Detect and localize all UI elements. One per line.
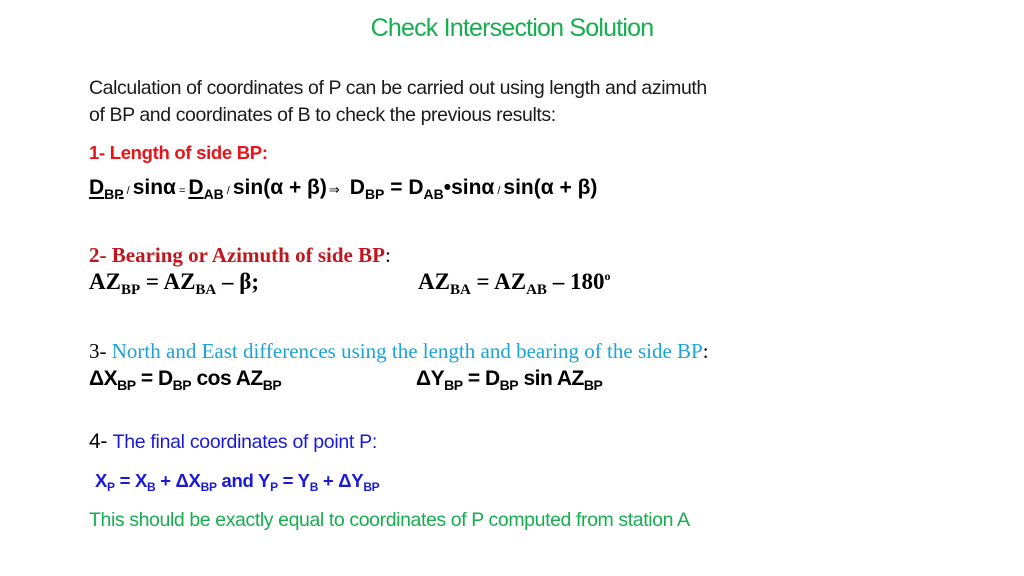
divide-slash: / xyxy=(497,185,501,197)
sin-alpha: sinα xyxy=(451,176,495,199)
intro-paragraph: Calculation of coordinates of P can be c… xyxy=(89,75,707,129)
section-1-heading: 1- Length of side BP: xyxy=(89,142,268,163)
subscript: BP xyxy=(499,377,519,393)
section-3-heading: 3- North and East differences using the … xyxy=(89,339,709,364)
section-3-heading-text: North and East differences using the len… xyxy=(111,339,703,363)
subscript: P xyxy=(107,480,115,494)
equals-sign: = xyxy=(114,470,135,491)
bp-subscript: BP xyxy=(364,186,385,202)
section-2-heading-text: 2- Bearing or Azimuth of side BP xyxy=(89,243,385,267)
d-symbol: D xyxy=(349,176,365,199)
plus-delta-y: + ΔY xyxy=(318,470,364,491)
y-symbol: Y xyxy=(258,470,271,491)
d-symbol: D xyxy=(408,176,424,199)
plus-delta-x: + ΔX xyxy=(155,470,201,491)
subscript: AB xyxy=(526,282,547,298)
section-4-heading-text: The final coordinates of point P: xyxy=(112,431,378,453)
equals-sign: = xyxy=(178,185,186,197)
x-symbol: X xyxy=(134,470,147,491)
length-equation: DBP / sinα = DAB / sin(α + β) ⇒ DBP = DAB•sinα / s… xyxy=(89,176,597,202)
section-2-heading: 2- Bearing or Azimuth of side BP: xyxy=(89,243,391,268)
multiply-bullet: • xyxy=(443,176,452,199)
equals-sign: = xyxy=(277,470,298,491)
equals-d: = D xyxy=(135,367,173,390)
subscript: BP xyxy=(117,377,136,393)
section-number: 4- xyxy=(89,430,113,453)
subscript: P xyxy=(270,480,278,494)
subscript: B xyxy=(309,480,319,494)
d-ab-term: DAB xyxy=(188,176,224,202)
colon: : xyxy=(702,339,709,363)
d-symbol: D xyxy=(188,176,204,199)
minus-beta: – β; xyxy=(216,269,260,294)
y-symbol: Y xyxy=(297,470,310,491)
d-bp-term: DBP xyxy=(89,176,124,202)
section-4-heading: 4- The final coordinates of point P: xyxy=(89,430,377,454)
d-symbol: D xyxy=(89,176,105,199)
minus-180: – 180 xyxy=(546,269,605,294)
subscript: BP xyxy=(120,282,141,298)
azimuth-ba-equation: AZBA = AZAB – 180o xyxy=(418,269,610,299)
az-symbol: AZ xyxy=(89,269,121,294)
subscript: BP xyxy=(172,377,192,393)
subscript: BP xyxy=(363,480,380,494)
sin-alpha-beta: sin(α + β) xyxy=(232,176,327,199)
sin-alpha: sinα xyxy=(132,176,176,199)
az-symbol: AZ xyxy=(418,269,450,294)
divide-slash: / xyxy=(226,185,230,197)
subscript: BP xyxy=(200,480,217,494)
equals-sign: = xyxy=(384,176,409,199)
azimuth-bp-equation: AZBP = AZBA – β; xyxy=(89,269,259,299)
divide-slash: / xyxy=(126,185,130,197)
intro-line-1: Calculation of coordinates of P can be c… xyxy=(89,77,707,99)
subscript: BP xyxy=(583,377,603,393)
equals-az: = AZ xyxy=(140,269,196,294)
delta-y: ΔY xyxy=(416,367,445,390)
intro-line-2: of BP and coordinates of B to check the … xyxy=(89,104,556,126)
sin-az: sin AZ xyxy=(518,367,584,390)
and-word: and xyxy=(216,470,259,491)
page-title: Check Intersection Solution xyxy=(370,14,655,42)
bp-subscript: BP xyxy=(104,186,124,202)
section-number: 3- xyxy=(89,339,112,363)
cos-az: cos AZ xyxy=(191,367,263,390)
delta-x-equation: ΔXBP = DBP cos AZBP xyxy=(89,367,282,393)
ab-subscript: AB xyxy=(423,186,444,202)
subscript: BP xyxy=(262,377,282,393)
subscript: BA xyxy=(195,282,217,298)
subscript: BA xyxy=(449,282,471,298)
colon: : xyxy=(384,243,391,267)
delta-x: ΔX xyxy=(89,367,118,390)
degree-symbol: o xyxy=(604,269,611,283)
ab-subscript: AB xyxy=(203,186,224,202)
sin-alpha-beta: sin(α + β) xyxy=(503,176,598,199)
closing-note: This should be exactly equal to coordina… xyxy=(89,509,690,531)
implies-arrow-icon: ⇒ xyxy=(328,182,340,197)
final-coordinates-equation: XP = XB + ΔXBP and YP = YB + ΔYBP xyxy=(95,470,380,494)
delta-y-equation: ΔYBP = DBP sin AZBP xyxy=(416,367,603,393)
equals-az: = AZ xyxy=(470,269,527,294)
subscript: BP xyxy=(444,377,463,393)
equals-d: = D xyxy=(462,367,500,390)
x-symbol: X xyxy=(95,470,108,491)
